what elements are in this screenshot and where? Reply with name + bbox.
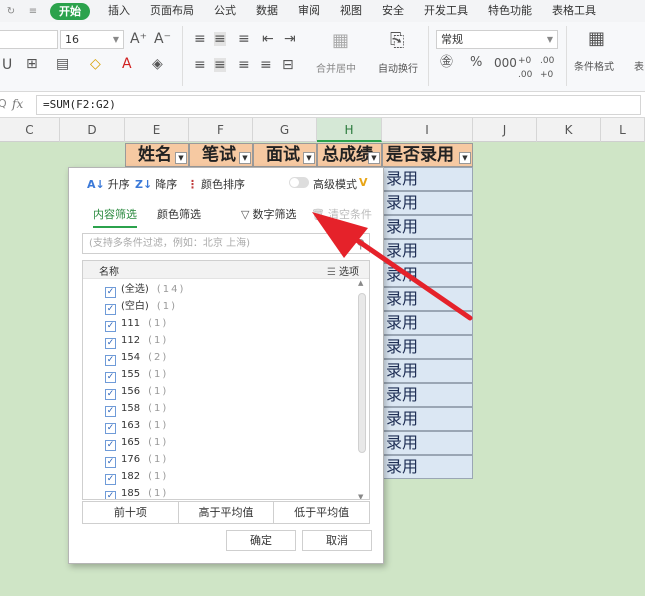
arrow-head <box>312 212 368 258</box>
annotation-arrow <box>312 212 473 321</box>
arrow-shaft <box>342 229 473 321</box>
